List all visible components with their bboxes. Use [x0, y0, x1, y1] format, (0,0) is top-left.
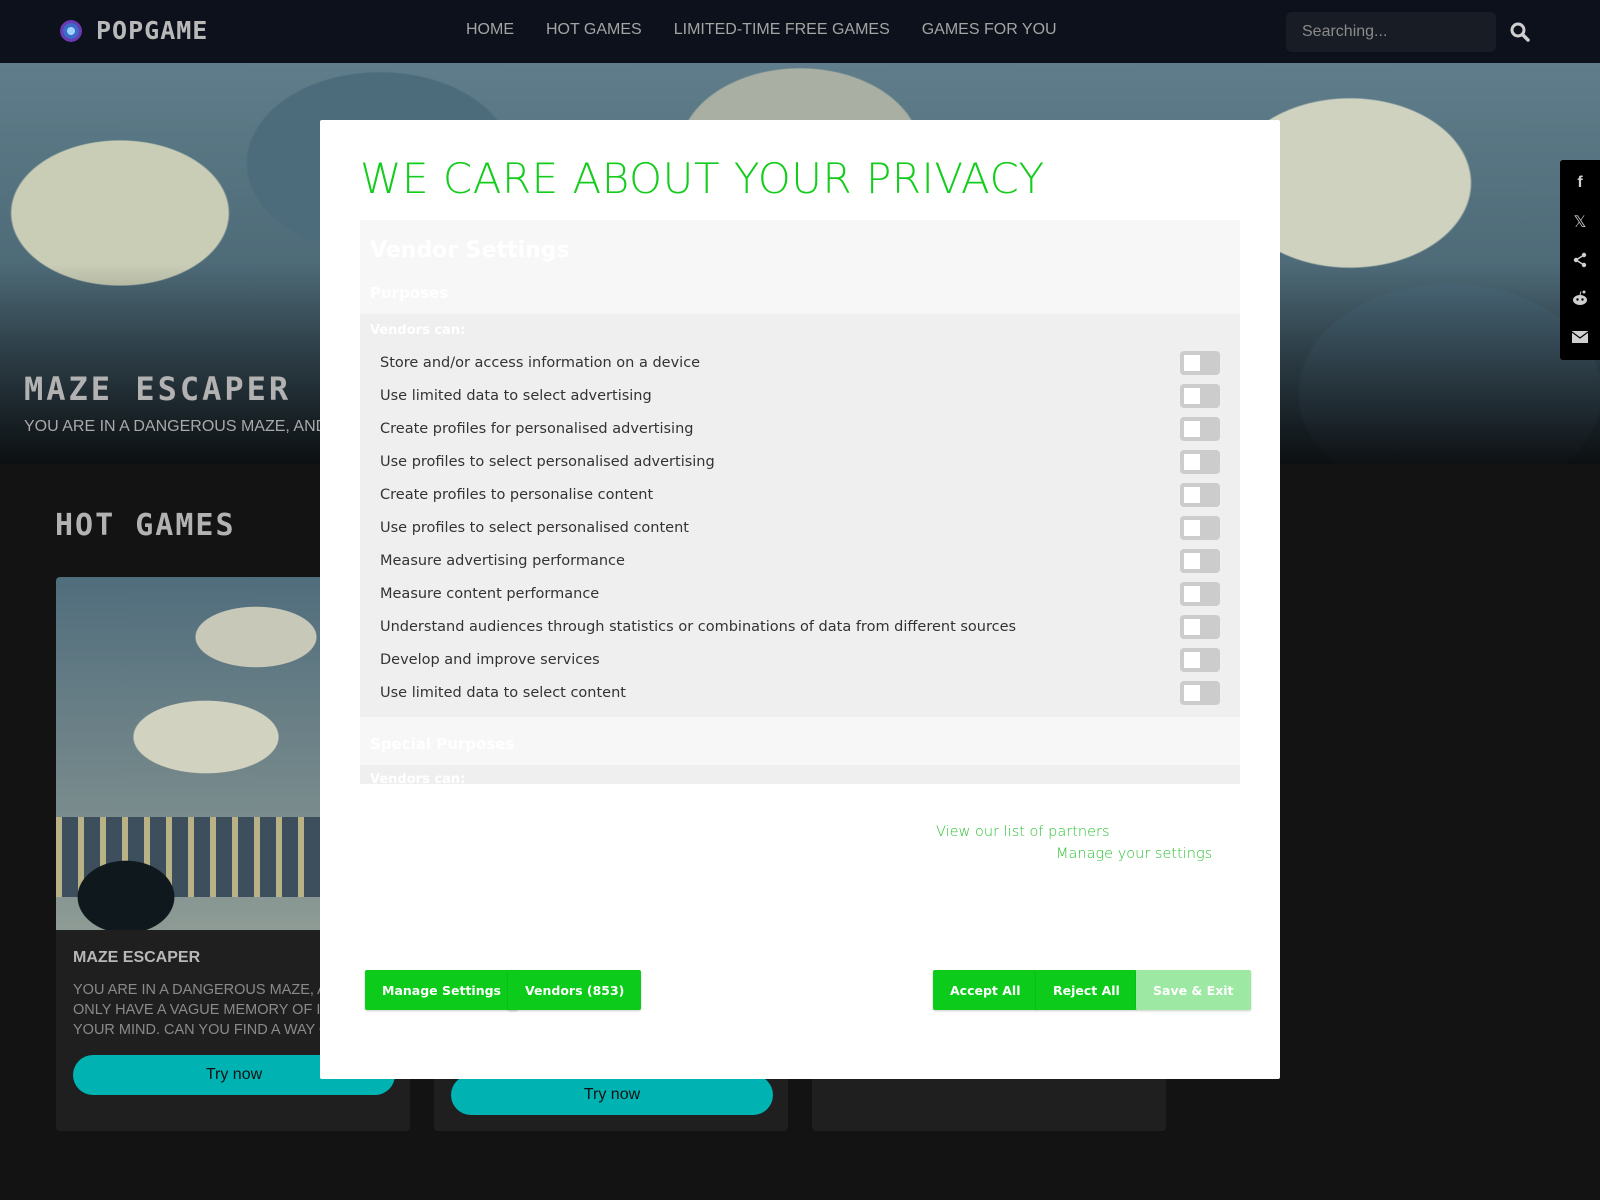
purpose-toggle[interactable] [1180, 350, 1220, 375]
purpose-row: Create profiles to personalise content [360, 478, 1240, 511]
share-bar: f 𝕏 [1560, 160, 1600, 360]
purpose-label: Measure content performance [380, 585, 600, 602]
purpose-row: Use limited data to select content [360, 676, 1240, 709]
email-icon[interactable] [1570, 327, 1590, 347]
purpose-toggle[interactable] [1180, 647, 1220, 672]
purpose-toggle[interactable] [1180, 548, 1220, 573]
section-title-hot-games: HOT GAMES [55, 508, 236, 543]
view-partners-link[interactable]: View our list of partners [936, 824, 1110, 840]
manage-settings-link[interactable]: Manage your settings [1056, 846, 1212, 862]
vendors-can-label: Vendors can: [370, 323, 466, 338]
purpose-toggle[interactable] [1180, 515, 1220, 540]
vendor-settings-title: Vendor Settings [370, 238, 570, 263]
top-navbar: POPGAME HOME HOT GAMES LIMITED-TIME FREE… [0, 0, 1600, 63]
x-icon[interactable]: 𝕏 [1570, 212, 1590, 232]
purpose-label: Create profiles for personalised adverti… [380, 420, 694, 437]
reject-all-button[interactable]: Reject All [1036, 970, 1137, 1010]
nav-hot-games[interactable]: HOT GAMES [546, 21, 642, 39]
purpose-row: Use profiles to select personalised cont… [360, 511, 1240, 544]
purpose-toggle[interactable] [1180, 482, 1220, 507]
vendors-button[interactable]: Vendors (853) [508, 970, 642, 1010]
try-now-button[interactable]: Try now [451, 1075, 773, 1115]
purpose-toggle[interactable] [1180, 383, 1220, 408]
purpose-row: Use profiles to select personalised adve… [360, 445, 1240, 478]
search-box [1286, 12, 1496, 52]
vendor-settings-header: Vendor Settings Purposes [360, 220, 1240, 314]
purpose-toggle[interactable] [1180, 614, 1220, 639]
special-vendors-can-label: Vendors can: [370, 772, 466, 784]
save-exit-button[interactable]: Save & Exit [1136, 970, 1251, 1010]
purpose-row: Develop and improve services [360, 643, 1240, 676]
facebook-icon[interactable]: f [1570, 173, 1590, 193]
purpose-label: Use profiles to select personalised cont… [380, 519, 689, 536]
purpose-toggle[interactable] [1180, 416, 1220, 441]
share-icon[interactable] [1570, 250, 1590, 270]
logo[interactable]: POPGAME [60, 16, 208, 45]
search-icon[interactable] [1508, 20, 1532, 44]
search-input[interactable] [1286, 12, 1496, 52]
logo-icon [60, 19, 82, 42]
purpose-label: Measure advertising performance [380, 552, 625, 569]
purpose-row: Create profiles for personalised adverti… [360, 412, 1240, 445]
purpose-label: Develop and improve services [380, 651, 600, 668]
reddit-icon[interactable] [1570, 288, 1590, 308]
manage-settings-button[interactable]: Manage Settings [365, 970, 518, 1010]
purpose-toggle[interactable] [1180, 581, 1220, 606]
purpose-label: Store and/or access information on a dev… [380, 354, 701, 371]
nav-games-for-you[interactable]: GAMES FOR YOU [922, 21, 1057, 39]
purposes-heading: Purposes [370, 284, 449, 302]
hero-description: YOU ARE IN A DANGEROUS MAZE, AND [24, 418, 328, 435]
vendor-settings-panel[interactable]: Vendor Settings Purposes Vendors can: St… [360, 220, 1240, 784]
purpose-toggle[interactable] [1180, 449, 1220, 474]
game-title: MAZE ESCAPER [73, 949, 201, 966]
purpose-label: Use limited data to select content [380, 684, 626, 701]
dialog-title: WE CARE ABOUT YOUR PRIVACY [360, 154, 1045, 203]
purpose-label: Create profiles to personalise content [380, 486, 654, 503]
purpose-row: Measure content performance [360, 577, 1240, 610]
purpose-row: Measure advertising performance [360, 544, 1240, 577]
purpose-row: Understand audiences through statistics … [360, 610, 1240, 643]
purpose-list: Store and/or access information on a dev… [360, 346, 1240, 709]
special-purposes-heading: Special Purposes [370, 735, 515, 753]
purpose-row: Store and/or access information on a dev… [360, 346, 1240, 379]
purpose-label: Use profiles to select personalised adve… [380, 453, 715, 470]
hero-title: MAZE ESCAPER [24, 370, 292, 408]
purpose-row: Use limited data to select advertising [360, 379, 1240, 412]
special-purposes-header: Special Purposes [360, 717, 1240, 765]
privacy-consent-dialog: WE CARE ABOUT YOUR PRIVACY Vendor Settin… [320, 120, 1280, 1079]
purpose-label: Understand audiences through statistics … [380, 618, 1017, 635]
nav-home[interactable]: HOME [466, 21, 514, 39]
main-nav: HOME HOT GAMES LIMITED-TIME FREE GAMES G… [466, 21, 1057, 39]
brand-name: POPGAME [96, 16, 209, 45]
purpose-label: Use limited data to select advertising [380, 387, 652, 404]
accept-all-button[interactable]: Accept All [933, 970, 1038, 1010]
nav-limited-free-games[interactable]: LIMITED-TIME FREE GAMES [674, 21, 890, 39]
purpose-toggle[interactable] [1180, 680, 1220, 705]
